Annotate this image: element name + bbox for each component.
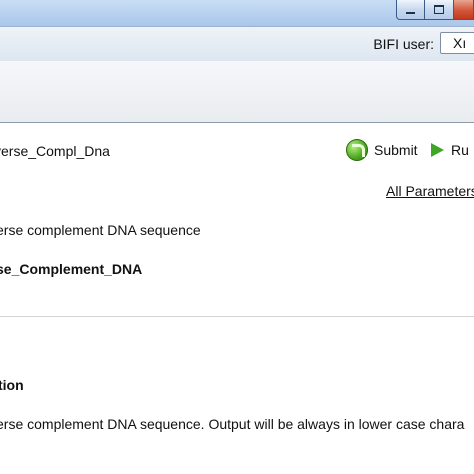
user-select[interactable]: Xı: [440, 32, 474, 54]
maximize-button[interactable]: [425, 0, 454, 20]
app-header: BIFI user: Xı: [0, 26, 474, 62]
submit-button[interactable]: Submit: [346, 138, 418, 162]
section-description: erse complement DNA sequence. Output wil…: [0, 416, 465, 432]
close-button[interactable]: [454, 0, 474, 20]
minimize-button[interactable]: [396, 0, 425, 20]
tool-short-description: erse complement DNA sequence: [0, 222, 201, 238]
all-parameters-link[interactable]: All Parameters: [386, 183, 474, 199]
submit-label: Submit: [374, 142, 418, 158]
user-label: BIFI user:: [373, 36, 434, 52]
submit-globe-icon: [346, 139, 368, 161]
maximize-icon: [434, 5, 444, 14]
run-button[interactable]: Ru: [431, 138, 469, 162]
divider: [0, 316, 474, 317]
tool-name: se_Complement_DNA: [0, 261, 143, 277]
run-label: Ru: [451, 142, 469, 158]
toolbar-area: [0, 61, 474, 123]
tool-title: verse_Compl_Dna: [0, 143, 110, 159]
section-heading: tion: [0, 377, 24, 393]
window-titlebar: [0, 0, 474, 26]
minimize-icon: [406, 11, 415, 14]
play-icon: [431, 143, 444, 157]
window-controls: [396, 0, 474, 22]
